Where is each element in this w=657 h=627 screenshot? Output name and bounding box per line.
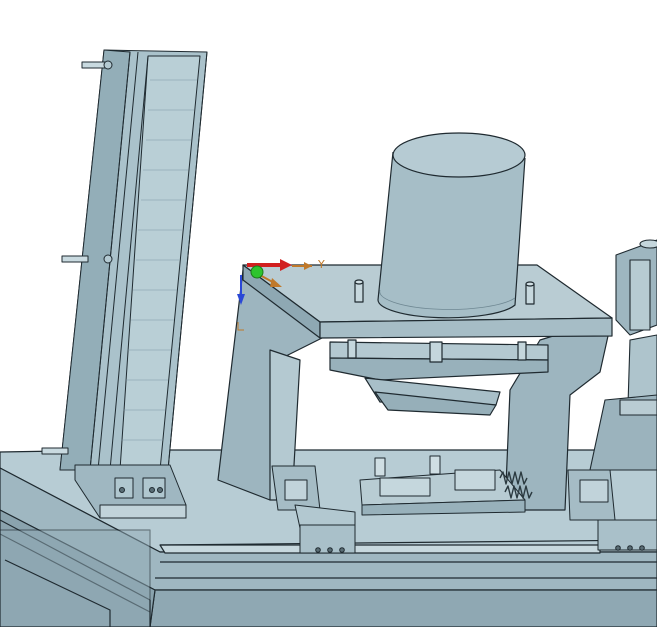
cylinder[interactable] (377, 132, 526, 319)
cad-model-scene[interactable]: Y (0, 0, 657, 627)
cad-viewport[interactable]: Y (0, 0, 657, 627)
y-axis-label: Y (317, 258, 325, 271)
rail-column[interactable] (41, 49, 208, 519)
